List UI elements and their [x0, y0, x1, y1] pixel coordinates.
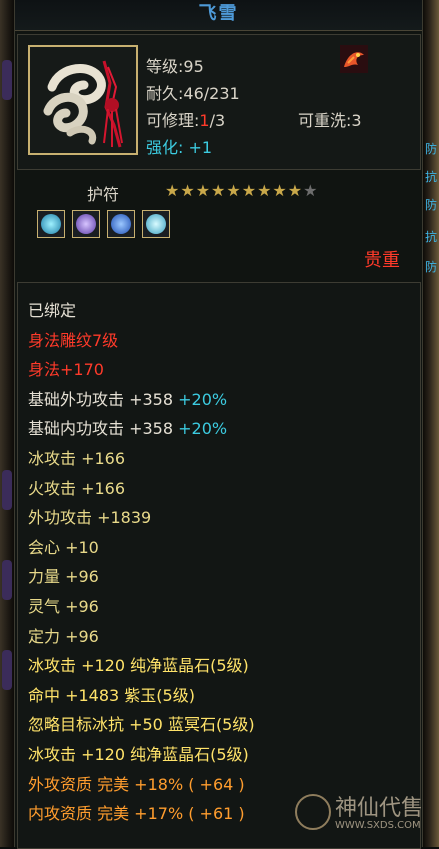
attribute-text: 冰攻击 +120 纯净蓝晶石(5级): [28, 745, 249, 764]
attribute-line: 身法雕纹7级: [28, 327, 118, 351]
attribute-text: 忽略目标冰抗 +50 蓝冥石(5级): [28, 715, 255, 735]
attribute-line: 基础外功攻击 +358 +20%: [28, 386, 227, 410]
attribute-line: 冰攻击 +166: [28, 445, 125, 469]
side-glyph: 防: [424, 260, 437, 274]
level-label: 等级: [146, 57, 179, 76]
rewash-value: :3: [346, 111, 362, 130]
attribute-text: 定力 +96: [28, 626, 99, 646]
right-window-edge: 防 抗 防 抗 防: [423, 0, 439, 847]
enhance-stat: 强化: +1: [146, 134, 212, 158]
attribute-line: 火攻击 +166: [28, 475, 125, 499]
watermark: 神仙代售 WWW.SXDS.COM: [295, 788, 435, 840]
side-glyph: 抗: [424, 230, 437, 244]
watermark-logo-icon: [295, 794, 331, 830]
attribute-line: 已绑定: [28, 297, 76, 321]
attribute-bonus: +20%: [173, 419, 228, 439]
attribute-text: 外功攻击 +1839: [28, 508, 152, 528]
item-tooltip-panel: 飞雪 等级:95 耐久:46/231 可修理:1/3 可重洗:3 强化: +1 …: [14, 0, 423, 849]
rewash-label: 可重洗: [298, 111, 347, 130]
attribute-text: 命中 +1483 紫玉(5级): [28, 685, 195, 705]
attribute-text: 冰攻击 +120 纯净蓝晶石(5级): [28, 656, 249, 676]
amulet-label: 护符: [87, 185, 120, 204]
left-edge-ornament: [2, 650, 12, 690]
star-filled-icon: ★: [272, 181, 287, 200]
attribute-text: 已绑定: [28, 301, 77, 320]
repair-total: /3: [209, 111, 226, 130]
attribute-line: 冰攻击 +120 纯净蓝晶石(5级): [28, 652, 249, 676]
attribute-line: 身法+170: [28, 356, 104, 380]
attribute-bonus: +20%: [173, 389, 228, 409]
durability-label: 耐久: [146, 84, 179, 103]
item-header: 等级:95 耐久:46/231 可修理:1/3 可重洗:3 强化: +1: [17, 34, 421, 170]
left-edge-ornament: [2, 470, 12, 510]
level-stat: 等级:95: [146, 53, 204, 77]
repair-current: 1: [199, 111, 210, 130]
star-empty-icon: ★: [303, 181, 318, 200]
sapphire-gem-icon[interactable]: [107, 210, 136, 238]
star-filled-icon: ★: [165, 181, 180, 200]
level-value: :95: [178, 57, 204, 76]
attribute-text: 会心 +10: [28, 537, 99, 557]
repair-label: 可修理: [146, 111, 195, 130]
attribute-text: 灵气 +96: [28, 597, 99, 616]
left-window-edge: [0, 0, 14, 847]
side-glyph: 防: [424, 198, 437, 212]
star-filled-icon: ★: [226, 181, 241, 200]
left-edge-ornament: [2, 60, 12, 100]
attribute-list: 已绑定 身法雕纹7级 身法+170 基础外功攻击 +358 +20% 基础内功攻击 +3…: [17, 282, 421, 849]
watermark-title: 神仙代售: [335, 796, 424, 821]
star-filled-icon: ★: [287, 181, 303, 200]
ice-gem-icon[interactable]: [142, 210, 171, 238]
durability-stat: 耐久:46/231: [146, 80, 240, 104]
gem-slots: [37, 210, 172, 242]
attribute-text: 冰攻击 +166: [28, 449, 126, 468]
left-edge-ornament: [2, 560, 12, 600]
attribute-line: 会心 +10: [28, 534, 99, 558]
star-filled-icon: ★: [211, 181, 226, 200]
star-filled-icon: ★: [257, 181, 272, 200]
attribute-line: 定力 +96: [28, 623, 99, 647]
rewash-stat: 可重洗:3: [298, 107, 362, 131]
rarity-label: 贵重: [364, 250, 400, 271]
amulet-item-icon: [28, 45, 138, 155]
attribute-text: 身法+170: [28, 360, 104, 380]
attribute-line: 忽略目标冰抗 +50 蓝冥石(5级): [28, 711, 255, 735]
blue-gem-icon[interactable]: [37, 210, 65, 238]
dragon-badge-icon: [340, 45, 368, 73]
attribute-text: 基础内功攻击 +358: [28, 419, 174, 439]
attribute-text: 内攻资质 完美 +17% ( +61 ): [28, 804, 245, 824]
enhance-value: +1: [183, 138, 213, 157]
attribute-line: 内攻资质 完美 +17% ( +61 ): [28, 800, 245, 824]
enhance-label: 强化:: [146, 138, 184, 157]
side-glyph: 抗: [424, 170, 437, 184]
star-filled-icon: ★: [195, 181, 211, 200]
attribute-line: 命中 +1483 紫玉(5级): [28, 682, 195, 706]
attribute-line: 外功攻击 +1839: [28, 504, 151, 528]
attribute-text: 力量 +96: [28, 567, 99, 587]
attribute-line: 冰攻击 +120 纯净蓝晶石(5级): [28, 741, 249, 765]
item-title-bar: 飞雪: [15, 0, 422, 31]
durability-value: :46/231: [178, 84, 240, 103]
side-glyph: 防: [424, 142, 437, 156]
attribute-text: 火攻击 +166: [28, 478, 126, 498]
star-filled-icon: ★: [241, 181, 257, 200]
item-name: 飞雪: [198, 3, 239, 24]
star-filled-icon: ★: [180, 181, 195, 200]
attribute-line: 力量 +96: [28, 563, 99, 587]
purple-gem-icon[interactable]: [72, 210, 101, 238]
attribute-text: 外攻资质 完美 +18% ( +64 ): [28, 774, 245, 794]
attribute-text: 基础外功攻击 +358: [28, 389, 174, 409]
attribute-line: 基础内功攻击 +358 +20%: [28, 415, 227, 439]
attribute-line: 灵气 +96: [28, 593, 99, 617]
amulet-star-rating: ★★★★★★★★★★: [165, 181, 318, 200]
attribute-line: 外攻资质 完美 +18% ( +64 ): [28, 771, 245, 795]
repair-stat: 可修理:1/3: [146, 107, 225, 131]
watermark-url: WWW.SXDS.COM: [335, 820, 421, 831]
attribute-text: 身法雕纹7级: [28, 330, 119, 350]
